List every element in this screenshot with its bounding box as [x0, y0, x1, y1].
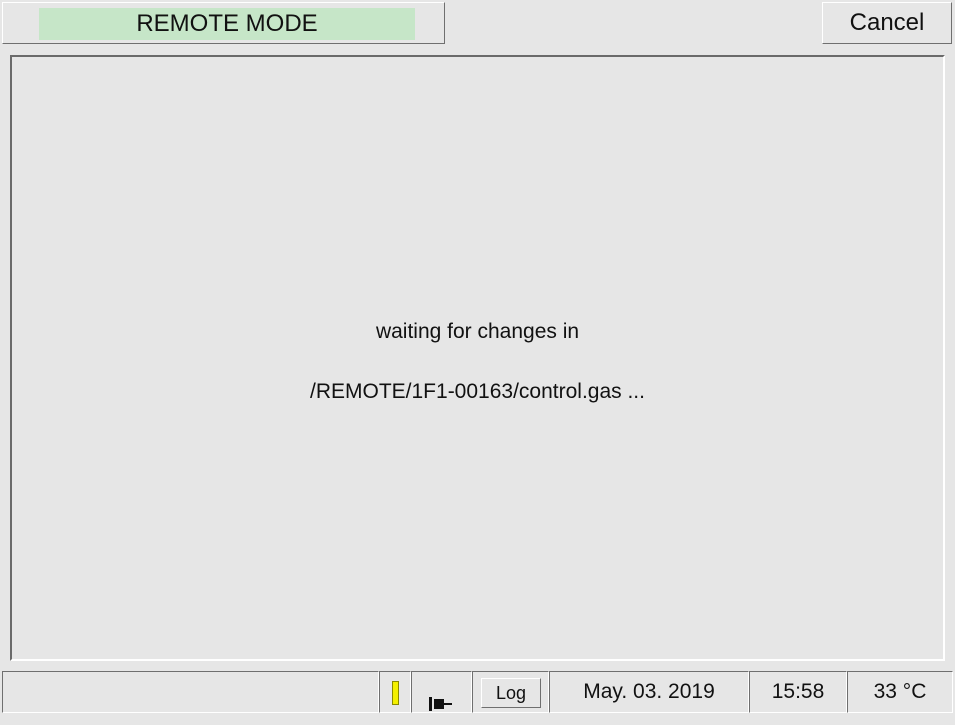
indicator-cell: [379, 671, 411, 713]
mode-indicator-box: REMOTE MODE: [2, 2, 445, 44]
log-button[interactable]: Log: [481, 678, 541, 708]
status-bar: Log May. 03. 2019 15:58 33 °C: [2, 671, 953, 713]
temperature-display: 33 °C: [847, 671, 953, 713]
yellow-indicator-icon: [392, 681, 399, 705]
plug-icon: [429, 685, 453, 725]
watched-file-path: /REMOTE/1F1-00163/control.gas ...: [310, 380, 645, 403]
cancel-button[interactable]: Cancel: [822, 2, 952, 44]
connection-cell: [411, 671, 472, 713]
mode-label: REMOTE MODE: [39, 8, 415, 40]
date-display: May. 03. 2019: [549, 671, 749, 713]
main-panel: waiting for changes in /REMOTE/1F1-00163…: [10, 55, 945, 661]
status-info-field: [2, 671, 379, 713]
time-display: 15:58: [749, 671, 847, 713]
log-cell: Log: [472, 671, 549, 713]
waiting-message: waiting for changes in: [375, 320, 580, 343]
